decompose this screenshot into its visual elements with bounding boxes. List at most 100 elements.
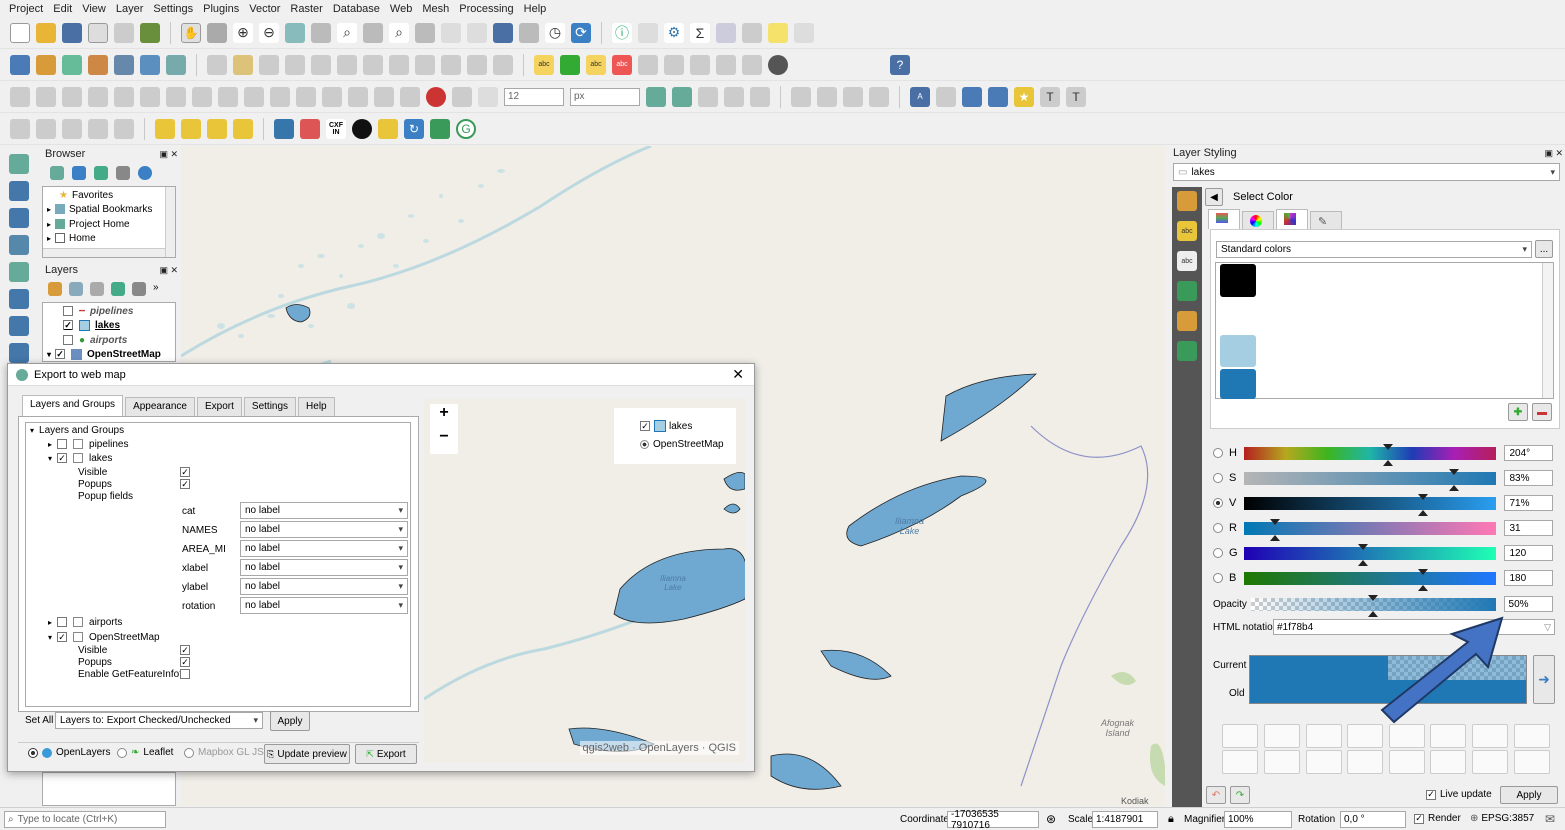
collapse-all-icon[interactable] <box>116 166 130 180</box>
pan-to-selection-icon[interactable] <box>207 22 227 43</box>
regular-shape-icon[interactable] <box>843 86 863 107</box>
menu-mesh[interactable]: Mesh <box>417 3 454 15</box>
ellipse-icon[interactable] <box>869 86 889 107</box>
refresh-icon[interactable] <box>72 166 86 180</box>
menu-settings[interactable]: Settings <box>148 3 198 15</box>
save-edits-icon[interactable] <box>259 54 279 75</box>
geometry-checker-icon[interactable] <box>62 118 82 139</box>
label-abc-icon[interactable]: abc <box>534 54 554 75</box>
custom-swatch-9[interactable] <box>1222 750 1258 774</box>
topological-editing-icon[interactable] <box>646 86 666 107</box>
browser-item-bookmarks[interactable]: ▸ Spatial Bookmarks <box>47 202 152 216</box>
field-cat-combo[interactable]: no label <box>240 502 408 519</box>
swatch-black[interactable] <box>1220 264 1256 297</box>
rotate-symbol-icon[interactable] <box>322 86 342 107</box>
engine-mapbox[interactable]: Mapbox GL JS <box>184 747 264 758</box>
trim-extend-icon[interactable] <box>400 86 420 107</box>
map-swipe-icon[interactable] <box>300 118 320 139</box>
swatch-dark-blue[interactable] <box>1220 369 1256 399</box>
snap-to-layers-icon[interactable] <box>452 86 472 107</box>
custom-swatch-5[interactable] <box>1389 724 1425 748</box>
modify-attributes-icon[interactable] <box>337 54 357 75</box>
saturation-radio[interactable] <box>1213 473 1223 483</box>
copy-color-arrow-button[interactable]: ➜ <box>1533 655 1555 704</box>
diagram-icon[interactable] <box>560 54 580 75</box>
preview-zoom-out-button[interactable]: − <box>439 428 448 452</box>
new-bookmark-icon[interactable] <box>493 22 513 43</box>
saturation-spinbox[interactable]: 83% <box>1504 470 1553 486</box>
copy-features-icon[interactable] <box>415 54 435 75</box>
custom-swatch-2[interactable] <box>1264 724 1300 748</box>
toggle-editing-pencil-icon[interactable] <box>233 54 253 75</box>
filter-legend-icon[interactable] <box>111 282 125 296</box>
opacity-slider[interactable] <box>1250 594 1496 617</box>
browser-item-project-home[interactable]: ▸ Project Home <box>47 217 130 231</box>
saturation-slider-handle[interactable] <box>1448 468 1459 491</box>
add-spatialite-icon[interactable] <box>9 262 29 282</box>
map-tips-icon[interactable] <box>768 22 788 43</box>
palette-combo[interactable]: Standard colors <box>1216 241 1532 258</box>
zoom-in-icon[interactable]: ⊕ <box>233 22 253 43</box>
pan-hand-icon[interactable]: ✋ <box>181 22 201 43</box>
advanced-digitize-icon[interactable] <box>791 86 811 107</box>
qgis2web-icon[interactable] <box>352 118 372 139</box>
osm-getfeature-checkbox[interactable] <box>180 667 190 681</box>
value-slider-handle[interactable] <box>1418 493 1429 516</box>
custom-swatch-4[interactable] <box>1347 724 1383 748</box>
show-bookmarks-icon[interactable] <box>519 22 539 43</box>
add-ring-icon[interactable] <box>36 86 56 107</box>
cxf-in-icon[interactable]: CXF IN <box>326 118 346 139</box>
filter-icon[interactable] <box>94 166 108 180</box>
custom-swatch-11[interactable] <box>1306 750 1342 774</box>
custom-swatch-16[interactable] <box>1514 750 1550 774</box>
deselect-all-icon[interactable] <box>207 118 227 139</box>
georef-icon[interactable] <box>10 118 30 139</box>
new-spatialite-icon[interactable] <box>88 54 108 75</box>
custom-swatch-10[interactable] <box>1264 750 1300 774</box>
menu-view[interactable]: View <box>77 3 111 15</box>
green-slider[interactable] <box>1244 543 1497 566</box>
menu-vector[interactable]: Vector <box>244 3 285 15</box>
layout-manager-icon[interactable] <box>114 22 134 43</box>
select-location-icon[interactable] <box>233 118 253 139</box>
self-snapping-icon[interactable] <box>724 86 744 107</box>
add-postgis-icon[interactable] <box>9 289 29 309</box>
messages-icon[interactable]: ✉ <box>1545 812 1555 826</box>
panel-close-icon[interactable]: ▣ ✕ <box>159 265 178 276</box>
annotation-star-icon[interactable]: ★ <box>1014 86 1034 107</box>
vertex-tool-icon[interactable] <box>311 54 331 75</box>
add-wms-layer-icon[interactable] <box>9 343 29 363</box>
new-print-layout-icon[interactable] <box>88 22 108 43</box>
split-features-icon[interactable] <box>218 86 238 107</box>
zoom-native-icon[interactable] <box>363 22 383 43</box>
topology-checker-icon[interactable] <box>88 118 108 139</box>
value-spinbox[interactable]: 71% <box>1504 495 1553 511</box>
measure-ruler-icon[interactable] <box>742 22 762 43</box>
snap-mode-icon[interactable] <box>478 86 498 107</box>
tree-item-airports[interactable]: ▸ airports <box>48 615 122 629</box>
save-project-icon[interactable] <box>62 22 82 43</box>
expression-filter-icon[interactable] <box>132 282 146 296</box>
move-label-icon[interactable] <box>638 54 658 75</box>
merge-attributes-icon[interactable] <box>296 86 316 107</box>
digitize-icon[interactable] <box>10 86 30 107</box>
custom-swatch-7[interactable] <box>1472 724 1508 748</box>
tab-export[interactable]: Export <box>197 397 242 416</box>
saturation-slider[interactable] <box>1244 468 1497 491</box>
more-chevron-icon[interactable]: » <box>153 282 159 296</box>
zoom-next-icon[interactable] <box>415 22 435 43</box>
redo-icon[interactable] <box>493 54 513 75</box>
new-shapefile-icon[interactable] <box>62 54 82 75</box>
zoom-full-icon[interactable] <box>285 22 305 43</box>
value-radio[interactable] <box>1213 498 1223 508</box>
set-all-combo[interactable]: Layers to: Export Checked/Unchecked <box>55 712 263 729</box>
zoom-out-icon[interactable]: ⊖ <box>259 22 279 43</box>
select-features-icon[interactable] <box>155 118 175 139</box>
temporal-controller-icon[interactable]: ◷ <box>545 22 565 43</box>
browser-item-favorites[interactable]: ★ Favorites <box>59 188 113 202</box>
green-spinbox[interactable]: 120 <box>1504 545 1553 561</box>
rotate-label-icon[interactable] <box>664 54 684 75</box>
hue-radio[interactable] <box>1213 448 1223 458</box>
tree-item-pipelines[interactable]: ▸ pipelines <box>48 437 129 451</box>
web-map-preview[interactable]: Iliamna Lake + − ✓ lakes OpenStreetMap qg… <box>424 399 745 763</box>
